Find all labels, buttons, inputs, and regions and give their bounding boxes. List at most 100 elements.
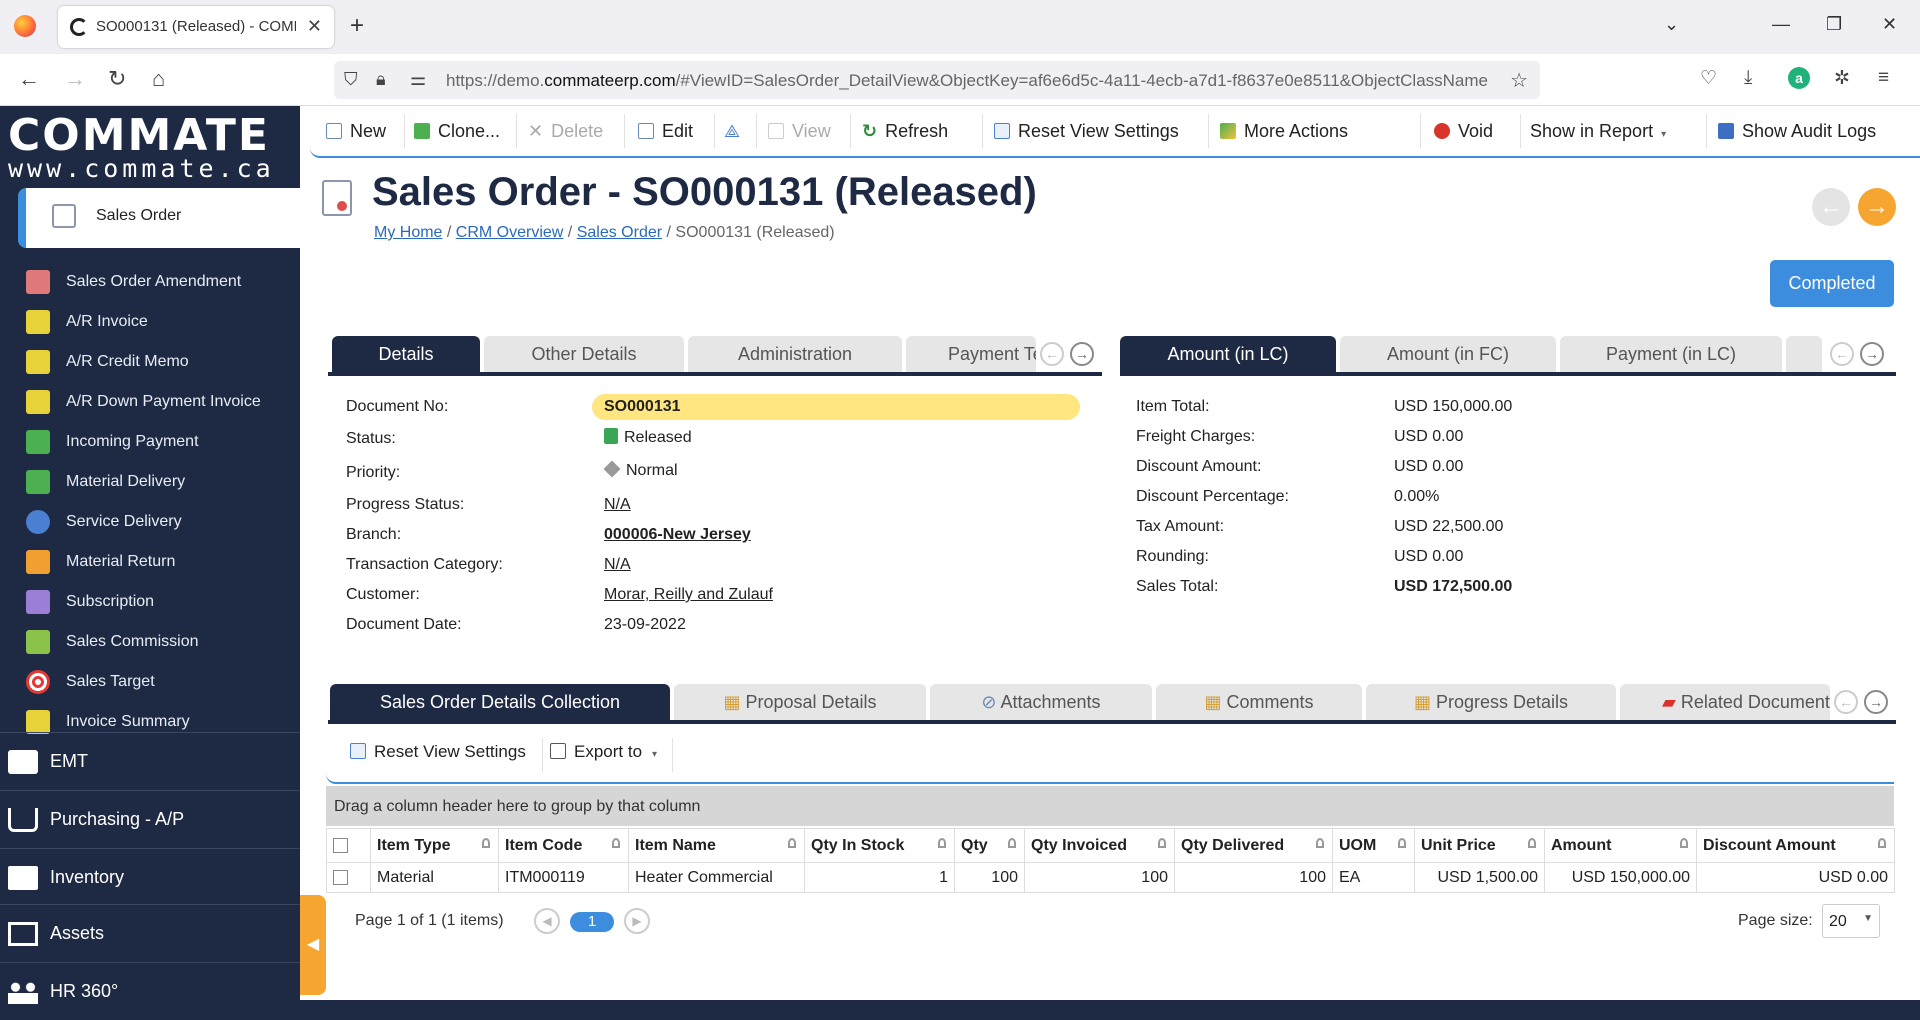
pager-prev-icon[interactable]: ◀ <box>534 908 560 934</box>
view-button[interactable]: View <box>768 108 831 154</box>
home-icon[interactable]: ⌂ <box>152 66 165 92</box>
tab-progress-details[interactable]: ▦ Progress Details <box>1366 684 1616 720</box>
breadcrumb-my-home[interactable]: My Home <box>374 224 442 241</box>
export-to-dropdown[interactable]: Export to ▾ <box>550 742 657 762</box>
tabs-scroll-left-icon[interactable]: ← <box>1834 690 1858 714</box>
cell-item-type[interactable]: Material <box>370 862 499 893</box>
reset-view-settings-button[interactable]: Reset View Settings <box>994 108 1179 154</box>
cell-item-name[interactable]: Heater Commercial <box>628 862 805 893</box>
tab-payment-terms[interactable]: Payment Terms <box>906 336 1036 372</box>
reload-icon[interactable]: ↻ <box>108 66 126 92</box>
cell-qty-delivered[interactable]: 100 <box>1174 862 1333 893</box>
tab-comments[interactable]: ▦ Comments <box>1156 684 1362 720</box>
extensions-icon[interactable]: ✲ <box>1834 67 1850 90</box>
filter-pin-icon[interactable] <box>1158 838 1166 848</box>
sidebar-item-ar-invoice[interactable]: A/R Invoice <box>0 302 300 342</box>
tab-details[interactable]: Details <box>332 336 480 372</box>
more-actions-button[interactable]: More Actions <box>1220 108 1348 154</box>
breadcrumb-crm-overview[interactable]: CRM Overview <box>456 224 564 241</box>
sidebar-item-sales-order-amendment[interactable]: Sales Order Amendment <box>0 262 300 302</box>
column-header-qty-invoiced[interactable]: Qty Invoiced <box>1024 828 1175 863</box>
pocket-icon[interactable]: ♡ <box>1700 67 1717 90</box>
sidebar-item-ar-down-payment-invoice[interactable]: A/R Down Payment Invoice <box>0 382 300 422</box>
show-in-report-dropdown[interactable]: Show in Report ▾ <box>1530 108 1666 154</box>
customer-link[interactable]: Morar, Reilly and Zulauf <box>604 586 773 604</box>
shield-icon[interactable]: ⛉ <box>344 69 358 90</box>
clone-button[interactable]: Clone... <box>414 108 500 154</box>
progress-status-link[interactable]: N/A <box>604 496 631 514</box>
cell-uom[interactable]: EA <box>1332 862 1415 893</box>
cell-item-code[interactable]: ITM000119 <box>498 862 629 893</box>
column-header-qty[interactable]: Qty <box>954 828 1025 863</box>
sidebar-group-purchasing[interactable]: Purchasing - A/P <box>0 790 300 846</box>
refresh-button[interactable]: ↻ Refresh <box>862 108 948 154</box>
sidebar-item-material-return[interactable]: Material Return <box>0 542 300 582</box>
back-icon[interactable]: ← <box>18 66 40 92</box>
url-bar[interactable]: ⛉ 🔒︎ ⚌ https://demo.commateerp.com/#View… <box>334 61 1540 99</box>
column-header-discount-amount[interactable]: Discount Amount <box>1696 828 1895 863</box>
page-size-select[interactable]: 20 ▼ <box>1822 904 1880 938</box>
filter-pin-icon[interactable] <box>1680 838 1688 848</box>
next-record-button[interactable]: → <box>1858 188 1896 226</box>
grid-reset-view-settings-button[interactable]: Reset View Settings <box>350 742 526 762</box>
filter-pin-icon[interactable] <box>1398 838 1406 848</box>
bookmark-star-icon[interactable]: ☆ <box>1510 68 1528 93</box>
filter-pin-icon[interactable] <box>482 838 490 848</box>
transaction-category-link[interactable]: N/A <box>604 556 631 574</box>
void-button[interactable]: Void <box>1434 108 1493 154</box>
column-header-amount[interactable]: Amount <box>1544 828 1697 863</box>
show-audit-logs-button[interactable]: Show Audit Logs <box>1718 108 1876 154</box>
extension-account-icon[interactable]: a <box>1788 67 1810 89</box>
cell-qty-invoiced[interactable]: 100 <box>1024 862 1175 893</box>
cell-amount[interactable]: USD 150,000.00 <box>1544 862 1697 893</box>
group-by-panel[interactable]: Drag a column header here to group by th… <box>326 786 1894 826</box>
sidebar-item-sales-order[interactable]: Sales Order <box>18 188 300 248</box>
sidebar-item-subscription[interactable]: Subscription <box>0 582 300 622</box>
firefox-icon[interactable] <box>14 15 36 37</box>
sidebar-group-emt[interactable]: EMT <box>0 732 300 788</box>
filter-pin-icon[interactable] <box>788 838 796 848</box>
filter-pin-icon[interactable] <box>1528 838 1536 848</box>
column-header-item-type[interactable]: Item Type <box>370 828 499 863</box>
column-header-unit-price[interactable]: Unit Price <box>1414 828 1545 863</box>
column-header-qty-delivered[interactable]: Qty Delivered <box>1174 828 1333 863</box>
table-row[interactable]: Material ITM000119 Heater Commercial 1 1… <box>326 862 1895 893</box>
tab-other-details[interactable]: Other Details <box>484 336 684 372</box>
column-header-uom[interactable]: UOM <box>1332 828 1415 863</box>
select-all-checkbox[interactable] <box>333 837 348 853</box>
filter-pin-icon[interactable] <box>612 838 620 848</box>
tabs-scroll-left-icon[interactable]: ← <box>1830 342 1854 366</box>
menu-icon[interactable]: ≡ <box>1878 67 1889 89</box>
filter-pin-icon[interactable] <box>1316 838 1324 848</box>
tabs-scroll-left-icon[interactable]: ← <box>1040 342 1064 366</box>
tab-proposal-details[interactable]: ▦ Proposal Details <box>674 684 926 720</box>
sidebar-item-service-delivery[interactable]: Service Delivery <box>0 502 300 542</box>
brand-logo[interactable]: COMMATE www.commate.ca <box>0 106 300 184</box>
new-tab-icon[interactable]: + <box>350 12 364 40</box>
column-header-item-code[interactable]: Item Code <box>498 828 629 863</box>
permissions-icon[interactable]: ⚌ <box>410 69 426 90</box>
downloads-icon[interactable]: ⤓ <box>1744 67 1752 89</box>
branch-link[interactable]: 000006-New Jersey <box>604 526 751 544</box>
tab-amount-lc[interactable]: Amount (in LC) <box>1120 336 1336 372</box>
pager-page-1[interactable]: 1 <box>570 912 614 932</box>
restore-icon[interactable]: ❐ <box>1826 14 1842 35</box>
tab-attachments[interactable]: ⊘ Attachments <box>930 684 1152 720</box>
sidebar-group-inventory[interactable]: Inventory <box>0 848 300 904</box>
tab-administration[interactable]: Administration <box>688 336 902 372</box>
breadcrumb-sales-order[interactable]: Sales Order <box>577 224 662 241</box>
edit-button[interactable]: Edit <box>638 108 693 154</box>
tab-sales-order-details[interactable]: Sales Order Details Collection <box>330 684 670 720</box>
cell-discount-amount[interactable]: USD 0.00 <box>1696 862 1895 893</box>
row-checkbox-cell[interactable] <box>326 862 371 893</box>
close-window-icon[interactable]: ✕ <box>1882 14 1897 35</box>
sidebar-group-assets[interactable]: Assets <box>0 904 300 960</box>
tabs-scroll-right-icon[interactable]: → <box>1864 690 1888 714</box>
sidebar-item-sales-commission[interactable]: Sales Commission <box>0 622 300 662</box>
close-tab-icon[interactable]: ✕ <box>307 16 322 37</box>
cell-qty[interactable]: 100 <box>954 862 1025 893</box>
filter-pin-icon[interactable] <box>1008 838 1016 848</box>
tab-payment-lc[interactable]: Payment (in LC) <box>1560 336 1782 372</box>
tab-list-icon[interactable]: ⌄ <box>1664 14 1679 35</box>
sidebar-group-hr[interactable]: HR 360° <box>0 962 300 1018</box>
